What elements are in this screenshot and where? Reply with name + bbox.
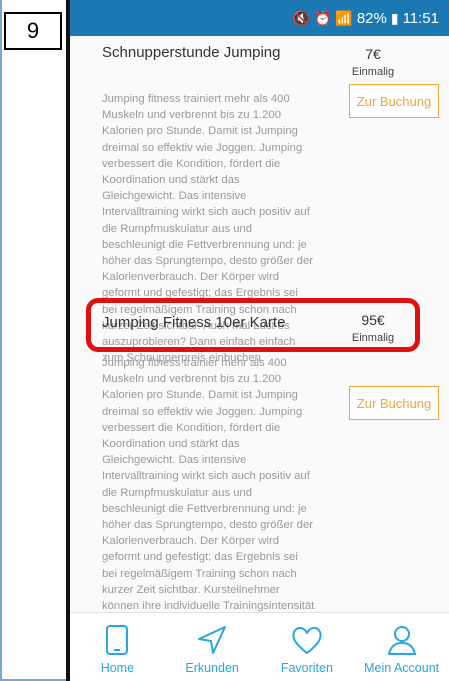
alarm-icon: ⏰ <box>313 9 332 26</box>
nav-favoriten-label: Favoriten <box>280 661 333 675</box>
tablet-icon <box>106 625 129 655</box>
battery-percent: 82% <box>356 9 387 27</box>
phone-screen: 🔇 ⏰ 📶 82% ▮ 11:51 Schnupperstunde Jumpin… <box>66 0 449 681</box>
course-item: Schnupperstunde Jumping 7€ Einmalig Zur … <box>70 36 449 364</box>
bottom-navigation: Home Erkunden Favoriten Mein Account <box>70 612 449 681</box>
course-frequency: Einmalig <box>351 66 395 78</box>
battery-icon: ▮ <box>390 9 399 26</box>
nav-home-label: Home <box>100 661 135 675</box>
highlight-annotation <box>86 298 420 352</box>
book-button[interactable]: Zur Buchung <box>349 386 439 420</box>
user-icon <box>387 626 416 655</box>
course-price: 7€ <box>365 46 381 62</box>
nav-erkunden[interactable]: Erkunden <box>167 623 257 675</box>
navigation-arrow-icon <box>198 626 227 654</box>
nav-favoriten[interactable]: Favoriten <box>262 623 352 675</box>
mute-icon: 🔇 <box>292 9 310 26</box>
nav-mein-account[interactable]: Mein Account <box>357 623 447 675</box>
book-button[interactable]: Zur Buchung <box>349 84 439 118</box>
wifi-icon: 📶 <box>335 9 353 26</box>
course-description: Jumping fitness trainier mehr als 400 Mu… <box>102 357 315 612</box>
status-bar: 🔇 ⏰ 📶 82% ▮ 11:51 <box>70 0 449 36</box>
heart-icon <box>292 627 322 654</box>
course-list[interactable]: Schnupperstunde Jumping 7€ Einmalig Zur … <box>70 36 449 612</box>
clock: 11:51 <box>402 9 439 27</box>
nav-home[interactable]: Home <box>72 623 162 675</box>
step-number-label: 9 <box>4 12 62 50</box>
nav-erkunden-label: Erkunden <box>185 661 239 675</box>
nav-mein-account-label: Mein Account <box>364 661 440 675</box>
